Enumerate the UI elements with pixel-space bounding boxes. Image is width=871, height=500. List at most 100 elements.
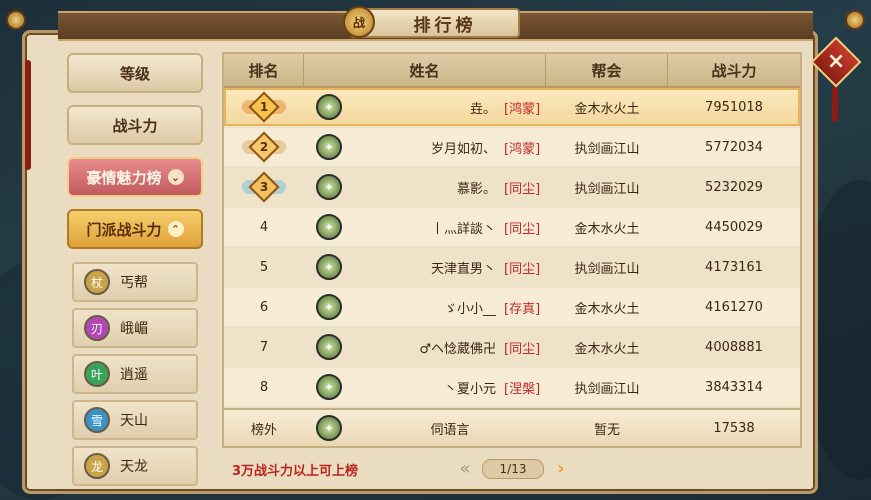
header-guild: 帮会 (546, 54, 668, 86)
player-name: 岁月如初、 (430, 141, 496, 157)
rank-medal-icon: 3 (242, 171, 286, 203)
avatar[interactable]: ✦ (316, 415, 342, 441)
my-rank: 榜外 (250, 422, 277, 438)
page-title: 排行榜 (413, 15, 477, 36)
sect-tianshan-label: 天山 (120, 413, 148, 429)
rank-number: 6 (259, 299, 269, 315)
table-row[interactable]: 7 ✦ ♂ヘ惗葳佛卍 [同尘] 金木水火土 4008881 (224, 328, 800, 366)
rank-cell: 5 (224, 260, 304, 275)
avatar[interactable]: ✦ (316, 254, 342, 280)
next-page-icon[interactable]: › (550, 458, 572, 479)
table-row[interactable]: 1 ✦ 垚。 [鸿蒙] 金木水火土 7951018 (224, 88, 800, 126)
table-row[interactable]: 8 ✦ 丶夏小元 [涅槃] 执剑画江山 3843314 (224, 368, 800, 406)
player-tag: [鸿蒙] (504, 101, 541, 117)
rank-cell: 8 (224, 380, 304, 395)
avatar-cell: ✦ (304, 134, 354, 160)
rank-cell: 2 (224, 131, 304, 163)
ranking-table: 排名 姓名 帮会 战斗力 1 ✦ 垚。 [鸿蒙] 金木水火土 7951018 2… (222, 52, 802, 448)
player-tag: [同尘] (504, 181, 541, 197)
footer-note: 3万战斗力以上可上榜 (232, 464, 359, 479)
rank-number: 1 (259, 100, 269, 114)
avatar[interactable]: ✦ (316, 174, 342, 200)
guild-name: 执剑画江山 (574, 381, 640, 397)
player-name: 丨灬詳談丶 (430, 221, 496, 237)
rank-medal-icon: 2 (242, 131, 286, 163)
combat-power: 7951018 (705, 99, 763, 115)
chevron-up-icon: ⌃ (167, 221, 184, 237)
avatar-cell: ✦ (304, 374, 354, 400)
avatar-cell: ✦ (304, 294, 354, 320)
avatar[interactable]: ✦ (316, 134, 342, 160)
my-power: 17538 (713, 420, 755, 436)
guild-name: 金木水火土 (574, 301, 640, 317)
table-row[interactable]: 5 ✦ 天津直男丶 [同尘] 执剑画江山 4173161 (224, 248, 800, 286)
dragon-icon: 龙 (84, 453, 110, 479)
category-sect-power[interactable]: 门派战斗力 ⌃ (67, 209, 203, 249)
table-row[interactable]: 3 ✦ 慕影。 [同尘] 执剑画江山 5232029 (224, 168, 800, 206)
category-charm[interactable]: 豪情魅力榜 ⌄ (67, 157, 203, 197)
player-tag: [同尘] (504, 221, 541, 237)
player-name: 天津直男丶 (430, 261, 496, 277)
header-name: 姓名 (304, 54, 546, 86)
category-sect-power-label: 门派战斗力 (86, 220, 162, 239)
sect-emei[interactable]: 刃峨嵋 (72, 308, 198, 348)
combat-power: 4173161 (705, 259, 763, 275)
avatar[interactable]: ✦ (316, 374, 342, 400)
avatar[interactable]: ✦ (316, 334, 342, 360)
category-level-label: 等级 (119, 64, 150, 83)
combat-power: 3843314 (705, 379, 763, 395)
avatar-cell: ✦ (304, 334, 354, 360)
avatar-cell: ✦ (304, 94, 354, 120)
header-power: 战斗力 (711, 61, 757, 80)
category-combat-power-label: 战斗力 (112, 116, 158, 135)
sidebar: 等级 战斗力 豪情魅力榜 ⌄ 门派战斗力 ⌃ 杖丐帮 刃峨嵋 叶逍遥 雪天山 龙天龙 (60, 48, 210, 488)
leaf-icon: 叶 (84, 361, 110, 387)
chevron-down-icon: ⌄ (167, 169, 184, 185)
player-tag: [同尘] (504, 341, 541, 357)
guild-name: 金木水火土 (574, 341, 640, 357)
player-tag: [鸿蒙] (504, 141, 541, 157)
category-charm-label: 豪情魅力榜 (86, 168, 162, 187)
avatar[interactable]: ✦ (316, 94, 342, 120)
sect-tianshan[interactable]: 雪天山 (72, 400, 198, 440)
avatar[interactable]: ✦ (316, 214, 342, 240)
table-row[interactable]: 2 ✦ 岁月如初、 [鸿蒙] 执剑画江山 5772034 (224, 128, 800, 166)
avatar[interactable]: ✦ (316, 294, 342, 320)
player-name: 丶夏小元 (443, 381, 496, 397)
avatar-cell: ✦ (304, 174, 354, 200)
sect-xiaoyao[interactable]: 叶逍遥 (72, 354, 198, 394)
guild-name: 金木水火土 (574, 221, 640, 237)
rank-number: 8 (259, 379, 269, 395)
guild-name: 执剑画江山 (574, 181, 640, 197)
avatar-cell: ✦ (304, 254, 354, 280)
sect-gaibang[interactable]: 杖丐帮 (72, 262, 198, 302)
combat-power: 4161270 (705, 299, 763, 315)
table-row[interactable]: 6 ✦ ゞ小小__ [存真] 金木水火土 4161270 (224, 288, 800, 326)
rank-number: 4 (259, 219, 269, 235)
close-button[interactable]: × (810, 36, 862, 88)
table-row[interactable]: 4 ✦ 丨灬詳談丶 [同尘] 金木水火土 4450029 (224, 208, 800, 246)
sect-emei-label: 峨嵋 (120, 321, 148, 337)
combat-power: 4008881 (705, 339, 763, 355)
blade-icon: 刃 (84, 315, 110, 341)
right-corner-ornament (845, 10, 865, 30)
player-tag: [存真] (504, 301, 541, 317)
category-level[interactable]: 等级 (67, 53, 203, 93)
rank-cell: 6 (224, 300, 304, 315)
title-emblem-text: 战 (352, 15, 365, 30)
player-tag: [同尘] (504, 261, 541, 277)
rank-cell: 1 (224, 91, 304, 123)
left-corner-ornament (6, 10, 26, 30)
sect-tianlong[interactable]: 龙天龙 (72, 446, 198, 486)
sect-tianlong-label: 天龙 (120, 459, 148, 475)
sect-gaibang-label: 丐帮 (120, 275, 148, 291)
combat-power: 4450029 (705, 219, 763, 235)
player-name: 垚。 (469, 101, 496, 117)
prev-page-icon[interactable]: « (454, 458, 476, 479)
category-combat-power[interactable]: 战斗力 (67, 105, 203, 145)
close-icon: × (826, 49, 846, 74)
title-plate: 排行榜 (350, 8, 520, 38)
guild-name: 执剑画江山 (574, 141, 640, 157)
avatar-cell: ✦ (304, 214, 354, 240)
rank-medal-icon: 1 (242, 91, 286, 123)
